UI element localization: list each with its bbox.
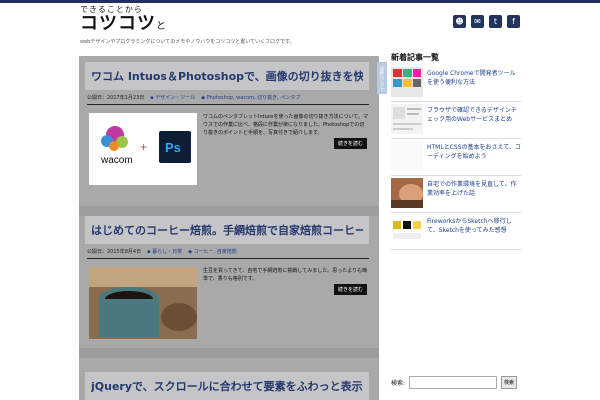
post-category[interactable]: ▪ デザイン・ツール xyxy=(150,94,195,101)
logo-suffix: と xyxy=(156,21,167,32)
logo-main: コツコツ xyxy=(80,13,156,34)
divider xyxy=(87,258,369,259)
post-title-box[interactable]: jQueryで、スクロールに合わせて要素をふわっと表示させる方法 xyxy=(85,372,369,400)
post-meta: 公開日：2015年8月4日 ▪ 暮らし・日常 ◆ コーヒー, 自家焙煎 xyxy=(87,248,369,255)
thumb-wacom-text: wacom xyxy=(100,155,133,166)
side-tab[interactable]: 全件リスト xyxy=(377,62,387,94)
post-card: ワコム Intuos＆Photoshopで、画像の切り抜きを快適にする方法 公開… xyxy=(79,56,379,185)
user-icon[interactable]: ☻ xyxy=(453,15,466,28)
site-tagline: webデザインやプログラミングについてのメモやノウハウをコツコツと書いていくブロ… xyxy=(80,39,295,45)
search-input[interactable] xyxy=(409,376,498,389)
sidebar-item[interactable]: Google Chromeで開発者ツールを使う便利な方法 xyxy=(391,67,521,102)
social-links: ☻ ✉ t f xyxy=(453,15,520,28)
sidebar-item[interactable]: HTMLとCSSの基本をおさえて、コーディングを始めよう xyxy=(391,141,521,176)
post-date: 公開日：2015年8月4日 xyxy=(87,249,142,255)
sidebar-thumbnail[interactable] xyxy=(391,178,423,208)
sidebar-item[interactable]: 自宅での作業環境を見直して、作業効率を上げた話 xyxy=(391,178,521,213)
post-body: 生豆を買ってきて、自宅で手網焙煎に挑戦してみました。思ったよりも簡単で、香りも格… xyxy=(89,267,369,339)
sidebar-item-title[interactable]: Google Chromeで開発者ツールを使う便利な方法 xyxy=(427,67,521,101)
twitter-icon[interactable]: t xyxy=(489,15,502,28)
divider xyxy=(87,104,369,105)
svg-text:+: + xyxy=(140,140,147,154)
post-thumbnail[interactable] xyxy=(89,267,197,339)
read-more-button[interactable]: 続きを読む xyxy=(333,284,367,295)
read-more-button[interactable]: 続きを読む xyxy=(333,138,367,149)
svg-text:Ps: Ps xyxy=(165,140,181,155)
post-date: 公開日：2017年1月23日 xyxy=(87,95,145,101)
post-title-box[interactable]: はじめてのコーヒー焙煎。手網焙煎で自家焙煎コーヒーを楽しむ方法 xyxy=(85,216,369,244)
sidebar-item-title[interactable]: FireworksからSketchへ移行して、Sketchを使ってみた感想 xyxy=(427,215,521,249)
post-excerpt: ワコムのペンタブレットIntuosを使った画像の切り抜き方法について。マウスでの… xyxy=(203,114,369,136)
sidebar: 新着記事一覧 Google Chromeで開発者ツールを使う便利な方法 ブラウザ… xyxy=(391,52,521,252)
sidebar-item-title[interactable]: 自宅での作業環境を見直して、作業効率を上げた話 xyxy=(427,178,521,212)
logo-main-text: コツコツと xyxy=(80,14,167,37)
top-bar xyxy=(0,0,600,3)
sidebar-thumbnail[interactable] xyxy=(391,104,423,134)
mail-icon[interactable]: ✉ xyxy=(471,15,484,28)
post-meta: 公開日：2017年1月23日 ▪ デザイン・ツール ◆ Photoshop, w… xyxy=(87,94,369,101)
main-content: ワコム Intuos＆Photoshopで、画像の切り抜きを快適にする方法 公開… xyxy=(79,56,379,400)
post-card: jQueryで、スクロールに合わせて要素をふわっと表示させる方法 xyxy=(79,366,379,400)
sidebar-item[interactable]: ブラウザで確認できるデザインチェック用のWebサービスまとめ xyxy=(391,104,521,139)
post-tags[interactable]: ◆ Photoshop, wacom, 切り抜き, ペンタブ xyxy=(201,94,300,101)
sidebar-item[interactable]: FireworksからSketchへ移行して、Sketchを使ってみた感想 xyxy=(391,215,521,250)
sidebar-heading: 新着記事一覧 xyxy=(391,53,439,62)
post-body: wacom + Ps ワコムのペンタブレットIntuosを使った画像の切り抜き方… xyxy=(89,113,369,185)
site-logo[interactable]: できることから コツコツと xyxy=(80,5,167,37)
post-title[interactable]: jQueryで、スクロールに合わせて要素をふわっと表示させる方法 xyxy=(91,378,363,394)
post-tags[interactable]: ◆ コーヒー, 自家焙煎 xyxy=(188,248,237,255)
facebook-icon[interactable]: f xyxy=(507,15,520,28)
post-title[interactable]: はじめてのコーヒー焙煎。手網焙煎で自家焙煎コーヒーを楽しむ方法 xyxy=(91,222,363,238)
search-button[interactable]: 検索 xyxy=(501,376,518,389)
search-label: 検索: xyxy=(391,380,406,387)
post-excerpt: 生豆を買ってきて、自宅で手網焙煎に挑戦してみました。思ったよりも簡単で、香りも格… xyxy=(203,268,368,282)
sidebar-thumbnail[interactable] xyxy=(391,141,423,171)
sidebar-thumbnail[interactable] xyxy=(391,67,423,97)
post-title[interactable]: ワコム Intuos＆Photoshopで、画像の切り抜きを快適にする方法 xyxy=(91,68,363,84)
post-thumbnail[interactable]: wacom + Ps xyxy=(89,113,197,185)
sidebar-item-title[interactable]: HTMLとCSSの基本をおさえて、コーディングを始めよう xyxy=(427,141,521,175)
post-card: はじめてのコーヒー焙煎。手網焙煎で自家焙煎コーヒーを楽しむ方法 公開日：2015… xyxy=(79,210,379,339)
post-category[interactable]: ▪ 暮らし・日常 xyxy=(147,248,182,255)
sidebar-thumbnail[interactable] xyxy=(391,215,423,245)
post-title-box[interactable]: ワコム Intuos＆Photoshopで、画像の切り抜きを快適にする方法 xyxy=(85,62,369,90)
sidebar-item-title[interactable]: ブラウザで確認できるデザインチェック用のWebサービスまとめ xyxy=(427,104,521,138)
post-separator xyxy=(79,348,379,358)
search-widget: 検索: 検索 xyxy=(391,376,518,389)
